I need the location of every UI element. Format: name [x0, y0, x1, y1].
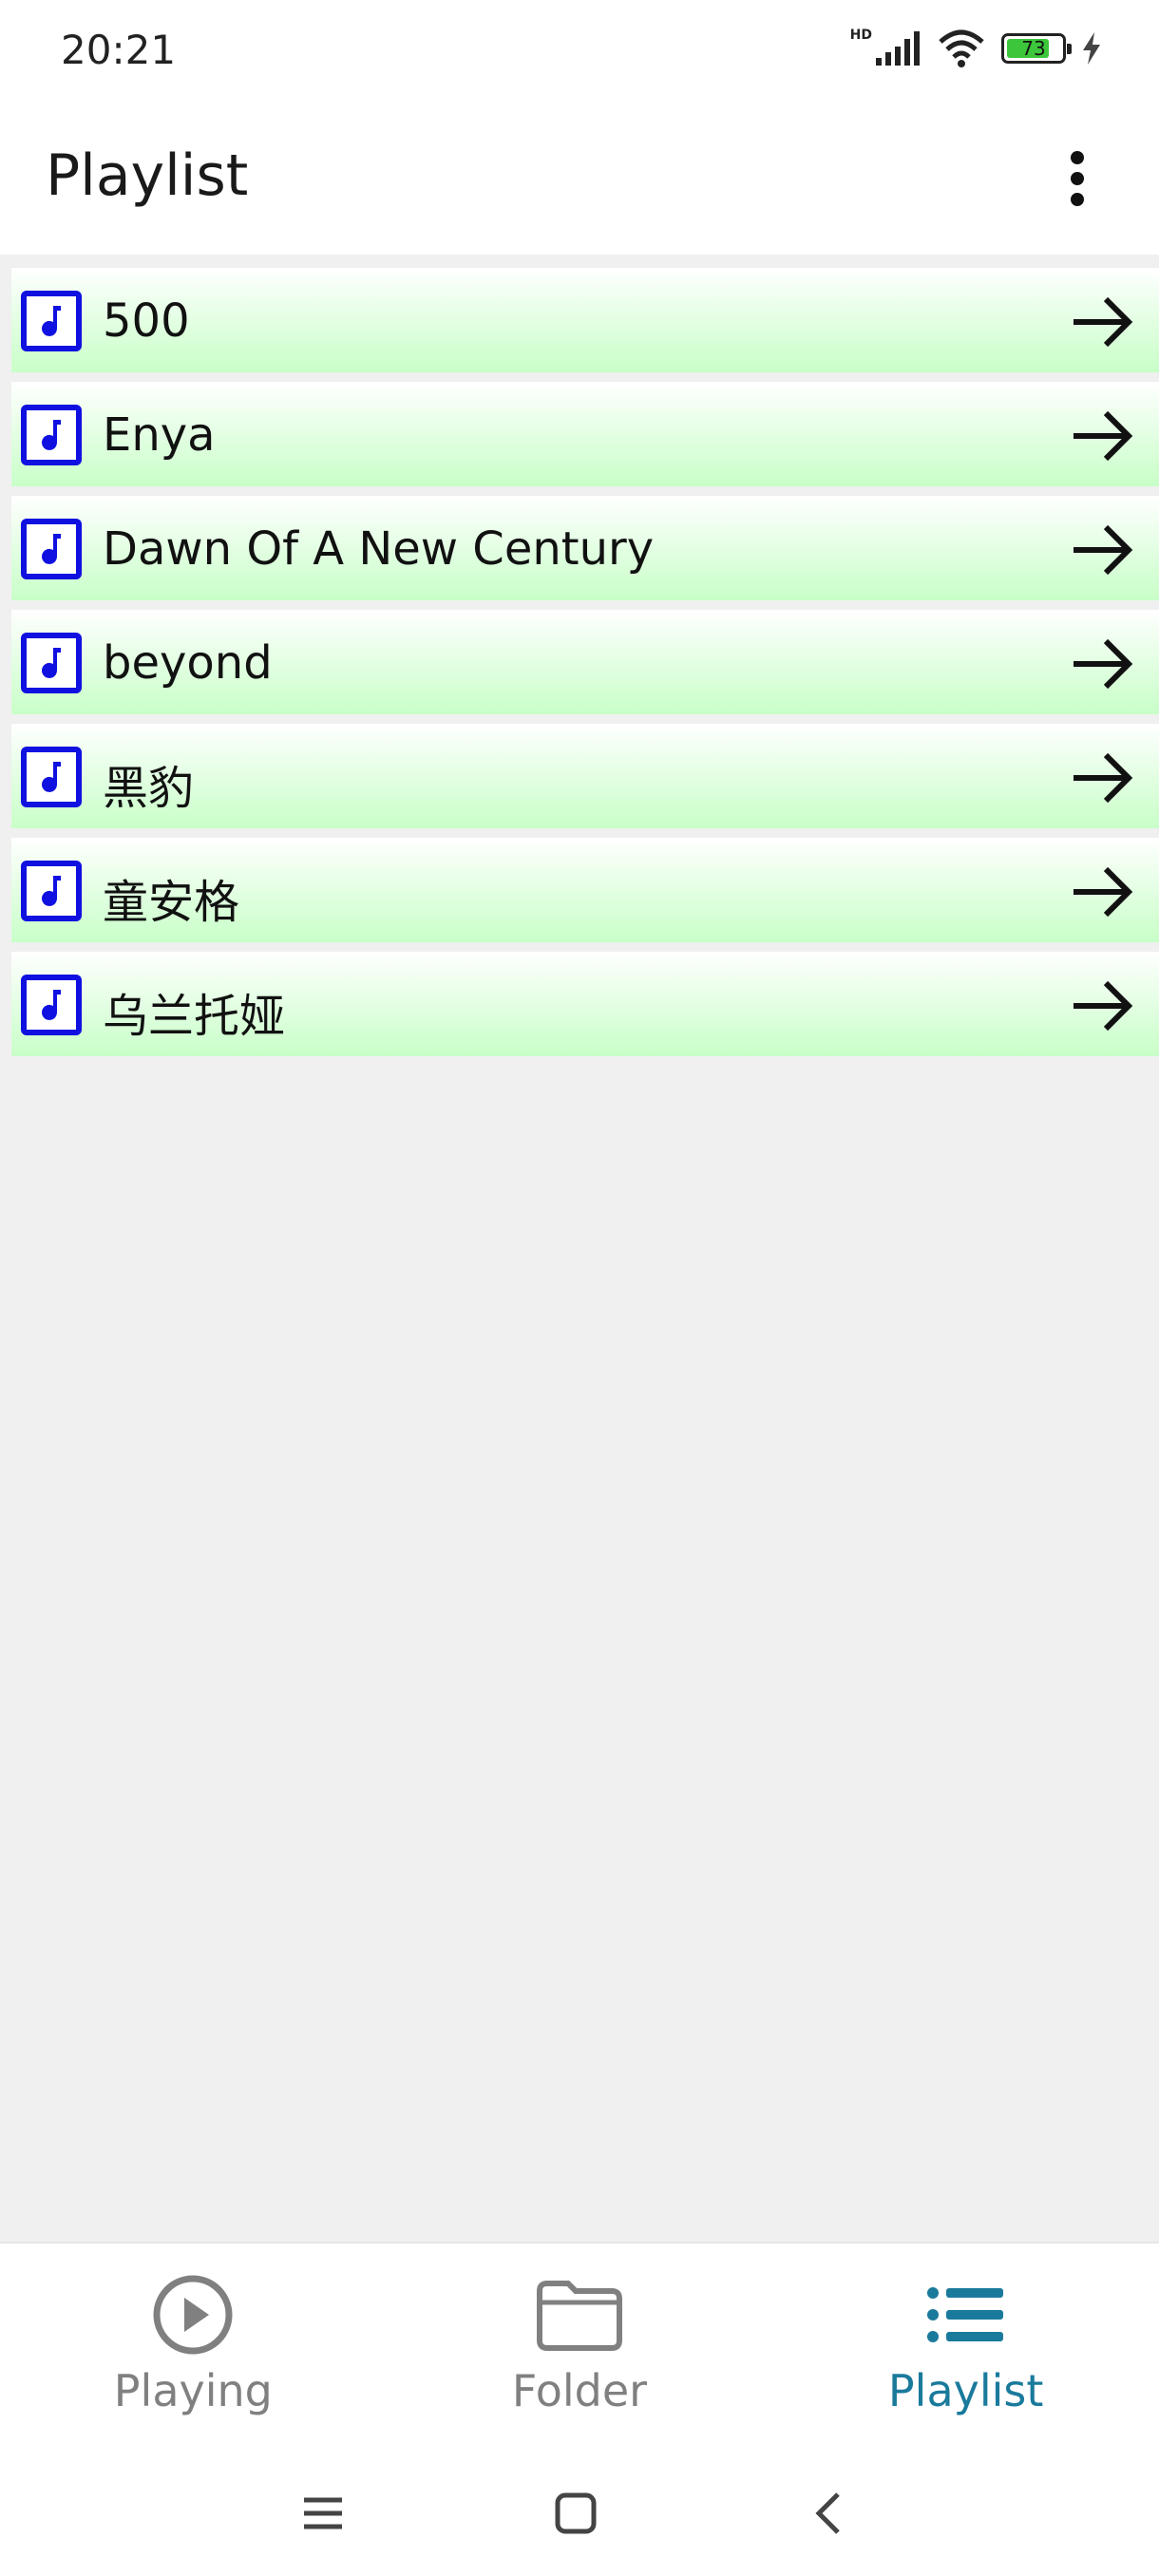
playlist-item-label: 500: [103, 294, 190, 348]
charging-icon: [1083, 32, 1100, 65]
app-bar: Playlist: [0, 103, 1159, 255]
playlist-item[interactable]: Enya: [11, 382, 1159, 486]
music-note-icon: [21, 975, 82, 1035]
battery-icon: 73: [1001, 33, 1072, 64]
more-vertical-icon: [1071, 151, 1084, 206]
tab-playlist[interactable]: Playlist: [772, 2244, 1159, 2462]
arrow-right-icon: [1074, 638, 1133, 690]
tab-folder[interactable]: Folder: [387, 2244, 773, 2462]
arrow-right-icon: [1074, 866, 1133, 918]
playlist-item[interactable]: 童安格: [11, 838, 1159, 942]
playlist-item[interactable]: 500: [11, 268, 1159, 372]
arrow-right-icon: [1074, 296, 1133, 348]
arrow-right-icon: [1074, 752, 1133, 804]
playlist-item[interactable]: 黑豹: [11, 724, 1159, 828]
play-circle-icon: [153, 2275, 233, 2355]
status-time: 20:21: [61, 27, 177, 73]
playlist-list: 500 Enya Dawn Of A New Century beyond 黑豹: [11, 268, 1159, 1066]
wifi-icon: [939, 29, 984, 67]
playlist-item[interactable]: 乌兰托娅: [11, 952, 1159, 1056]
home-icon[interactable]: [553, 2491, 598, 2536]
back-icon[interactable]: [808, 2491, 853, 2536]
music-note-icon: [21, 861, 82, 921]
tab-playing[interactable]: Playing: [0, 2244, 387, 2462]
playlist-item[interactable]: beyond: [11, 610, 1159, 714]
bottom-navigation: Playing Folder Playlist: [0, 2242, 1159, 2462]
system-navigation-bar: [0, 2460, 1159, 2576]
playlist-item-label: beyond: [103, 636, 273, 690]
arrow-right-icon: [1074, 524, 1133, 576]
more-options-button[interactable]: [1030, 131, 1125, 226]
tab-playlist-label: Playlist: [887, 2365, 1044, 2416]
list-icon: [926, 2287, 1003, 2342]
menu-icon[interactable]: [300, 2491, 346, 2536]
status-bar: 20:21 HD 73: [0, 0, 1159, 103]
music-note-icon: [21, 747, 82, 807]
status-icons: HD 73: [850, 28, 1102, 68]
playlist-item-label: 黑豹: [103, 762, 195, 815]
music-note-icon: [21, 291, 82, 351]
music-note-icon: [21, 519, 82, 579]
playlist-item-label: 乌兰托娅: [103, 990, 286, 1043]
music-note-icon: [21, 405, 82, 465]
playlist-item-label: 童安格: [103, 876, 240, 929]
tab-folder-label: Folder: [511, 2365, 648, 2416]
playlist-item-label: Enya: [103, 408, 216, 462]
arrow-right-icon: [1074, 980, 1133, 1032]
music-note-icon: [21, 633, 82, 693]
tab-playing-label: Playing: [113, 2365, 273, 2416]
page-title: Playlist: [46, 142, 249, 209]
battery-level: 73: [1021, 37, 1046, 60]
folder-icon: [537, 2281, 622, 2351]
hd-label: HD: [849, 28, 872, 43]
playlist-item-label: Dawn Of A New Century: [103, 522, 655, 576]
playlist-item[interactable]: Dawn Of A New Century: [11, 496, 1159, 600]
cellular-signal-icon: [876, 31, 920, 66]
arrow-right-icon: [1074, 410, 1133, 462]
